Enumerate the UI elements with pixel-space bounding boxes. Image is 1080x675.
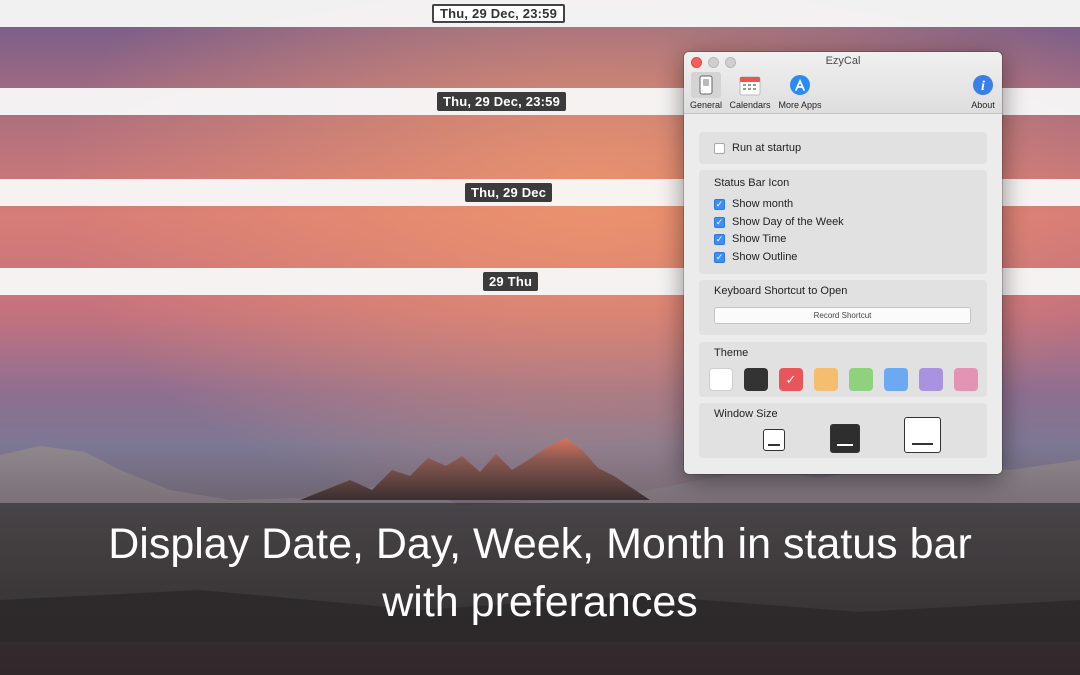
window-size-pane: Window Size [699, 403, 987, 458]
window-size-small-icon[interactable] [763, 429, 785, 451]
checkmark-icon: ✓ [714, 251, 725, 263]
show-time-checkbox[interactable]: ✓ Show Time [714, 233, 786, 245]
show-outline-label: Show Outline [732, 251, 798, 263]
status-clock-date[interactable]: Thu, 29 Dec [465, 183, 553, 202]
status-bar-icon-pane: Status Bar Icon ✓ Show month ✓ Show Day … [699, 170, 987, 274]
tab-general[interactable]: General [688, 72, 724, 110]
tab-calendars[interactable]: Calendars [728, 72, 772, 110]
info-icon: i [970, 72, 996, 98]
svg-text:i: i [981, 79, 985, 94]
show-outline-checkbox[interactable]: ✓ Show Outline [714, 251, 797, 263]
checkmark-icon: ✓ [714, 233, 725, 245]
theme-swatch-dark[interactable] [744, 368, 768, 391]
show-month-checkbox[interactable]: ✓ Show month [714, 198, 793, 210]
menu-bar-1: Thu, 29 Dec, 23:59 [0, 0, 1080, 27]
theme-swatch-purple[interactable] [919, 368, 943, 391]
window-title: EzyCal [825, 55, 861, 67]
theme-swatch-red[interactable]: ✓ [779, 368, 803, 391]
keyboard-shortcut-pane: Keyboard Shortcut to Open Record Shortcu… [699, 280, 987, 335]
theme-swatches: ✓ [709, 368, 978, 391]
promo-caption: Display Date, Day, Week, Month in status… [0, 503, 1080, 642]
tab-more-apps-label: More Apps [778, 100, 822, 110]
checkmark-icon: ✓ [714, 216, 725, 228]
theme-swatch-green[interactable] [849, 368, 873, 391]
theme-heading: Theme [714, 347, 749, 359]
window-size-large-icon[interactable] [904, 417, 941, 453]
checkmark-icon: ✓ [785, 371, 797, 387]
app-store-icon [787, 72, 813, 98]
checkmark-icon: ✓ [714, 198, 725, 210]
show-month-label: Show month [732, 198, 794, 210]
status-clock-short[interactable]: 29 Thu [483, 272, 539, 291]
theme-swatch-blue[interactable] [884, 368, 908, 391]
theme-swatch-pink[interactable] [954, 368, 978, 391]
checkbox-box [714, 142, 725, 154]
window-size-heading: Window Size [714, 408, 778, 420]
tab-calendars-label: Calendars [729, 100, 771, 110]
calendar-icon [737, 72, 763, 98]
tab-about-label: About [971, 100, 995, 110]
show-day-of-week-label: Show Day of the Week [732, 216, 844, 228]
show-day-of-week-checkbox[interactable]: ✓ Show Day of the Week [714, 216, 844, 228]
tab-about[interactable]: i About [968, 72, 998, 110]
record-shortcut-button[interactable]: Record Shortcut [714, 307, 971, 324]
caption-text: Display Date, Day, Week, Month in status… [0, 515, 1080, 631]
startup-pane: Run at startup [699, 132, 987, 164]
preferences-window: EzyCal General Calendars More Apps i Abo… [684, 52, 1002, 474]
show-time-label: Show Time [732, 233, 787, 245]
run-at-startup-checkbox[interactable]: Run at startup [714, 142, 801, 154]
status-clock-full[interactable]: Thu, 29 Dec, 23:59 [437, 92, 567, 111]
keyboard-shortcut-heading: Keyboard Shortcut to Open [714, 285, 848, 297]
window-size-options [699, 417, 987, 457]
tab-general-label: General [689, 100, 723, 110]
status-clock-outline[interactable]: Thu, 29 Dec, 23:59 [432, 4, 566, 23]
window-titlebar: EzyCal General Calendars More Apps i Abo… [684, 52, 1002, 114]
tab-more-apps[interactable]: More Apps [776, 72, 824, 110]
theme-swatch-white[interactable] [709, 368, 733, 391]
theme-swatch-orange[interactable] [814, 368, 838, 391]
caption-line-1: Display Date, Day, Week, Month in status… [108, 520, 972, 568]
theme-pane: Theme ✓ [699, 342, 987, 397]
run-at-startup-label: Run at startup [732, 142, 802, 154]
switch-icon [691, 72, 721, 98]
window-size-medium-icon[interactable] [830, 424, 860, 453]
caption-line-2: with preferances [382, 578, 698, 626]
status-bar-icon-heading: Status Bar Icon [714, 177, 790, 189]
